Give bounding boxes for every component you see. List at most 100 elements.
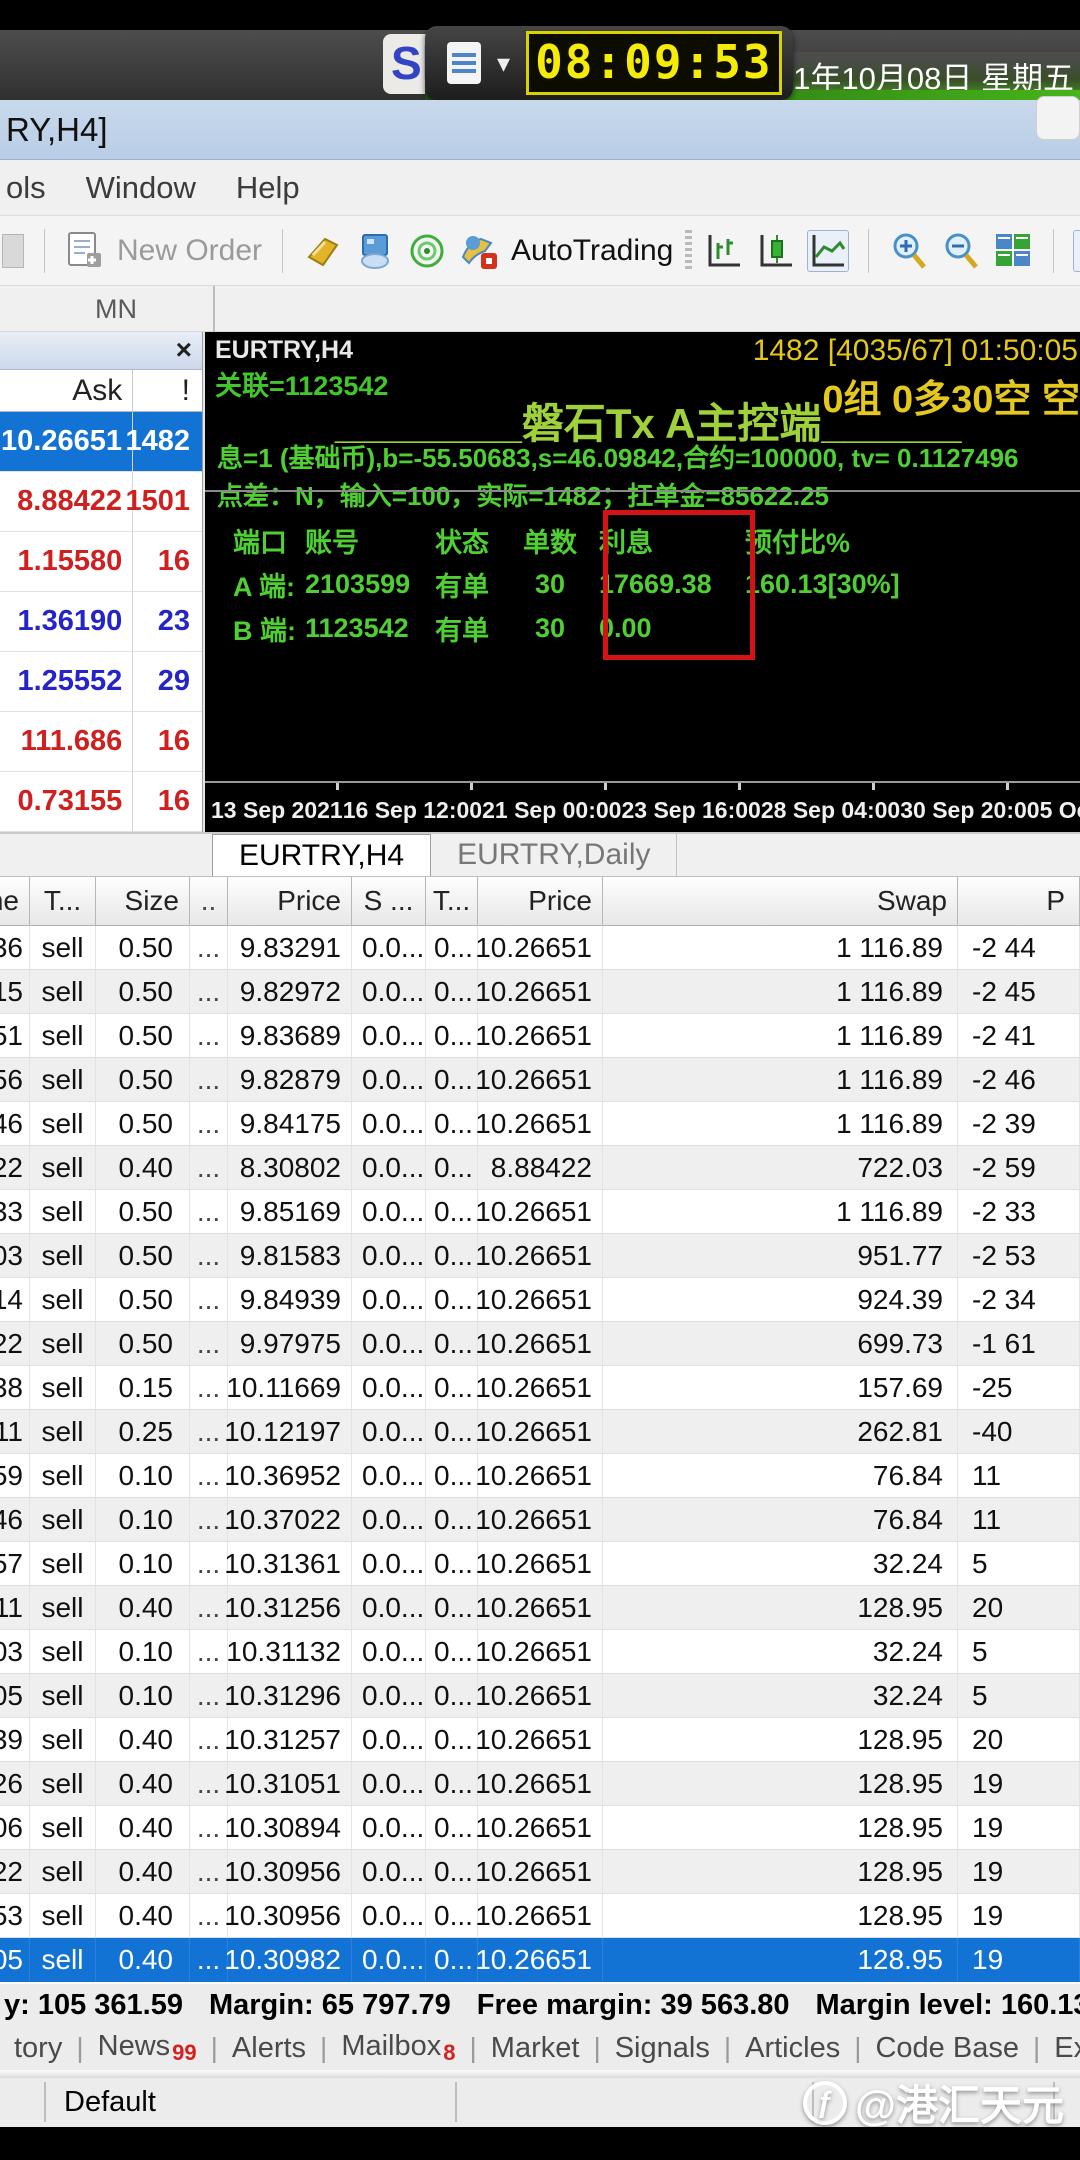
chart-symbol-label: EURTRY,H4 <box>215 336 353 364</box>
new-order-label[interactable]: New Order <box>117 234 262 268</box>
clock-widget[interactable]: ▾ 08:09:53 <box>425 26 793 100</box>
trade-row[interactable]: 53sell0.40...10.309560.0...0...10.266511… <box>0 1894 1080 1938</box>
market-watch-row[interactable]: 1.25552 29 <box>0 652 202 712</box>
column-header-time[interactable]: ne <box>0 877 30 925</box>
profile-label[interactable]: Default <box>64 2086 156 2119</box>
tab-history[interactable]: tory <box>0 2032 76 2065</box>
tab-code-base[interactable]: Code Base <box>861 2032 1033 2065</box>
column-header-excl[interactable]: ! <box>132 370 202 411</box>
market-watch-row[interactable]: 111.686 16 <box>0 712 202 772</box>
column-header-profit[interactable]: P <box>958 877 1080 925</box>
market-watch-row[interactable]: 1.15580 16 <box>0 532 202 592</box>
column-header-sl[interactable]: S ... <box>352 877 426 925</box>
time-axis-labels: 13 Sep 2021 16 Sep 12:00 21 Sep 00:00 23… <box>211 797 1080 824</box>
window-control-stub[interactable] <box>1036 96 1080 140</box>
trade-cell: sell <box>30 1058 96 1101</box>
market-watch-row[interactable]: 8.88422 1501 <box>0 472 202 532</box>
toolbar-separator <box>1053 228 1055 273</box>
tab-signals[interactable]: Signals <box>601 2032 724 2065</box>
trade-row[interactable]: 05sell0.40...10.309820.0...0...10.266511… <box>0 1938 1080 1982</box>
trade-cell: ... <box>190 1542 228 1585</box>
column-header-symbol[interactable]: .. <box>190 877 228 925</box>
window-title: RY,H4] <box>6 110 108 148</box>
menu-item-window[interactable]: Window <box>86 170 196 206</box>
trade-cell: 0.0... <box>352 1630 426 1673</box>
period-bar-divider <box>213 286 215 332</box>
trade-row[interactable]: 11sell0.25...10.121970.0...0...10.266512… <box>0 1410 1080 1454</box>
tab-divider: | <box>320 2032 328 2063</box>
toolbar-drag-handle[interactable] <box>685 229 693 272</box>
signal-icon[interactable] <box>407 231 447 271</box>
new-order-icon[interactable] <box>65 231 105 271</box>
column-header-open-price[interactable]: Price <box>228 877 352 925</box>
line-chart-icon[interactable] <box>807 229 850 272</box>
trade-row[interactable]: 22sell0.40...10.309560.0...0...10.266511… <box>0 1850 1080 1894</box>
column-header-ask[interactable]: Ask <box>0 374 132 408</box>
column-header-price[interactable]: Price <box>478 877 603 925</box>
trade-row[interactable]: 38sell0.15...10.116690.0...0...10.266511… <box>0 1366 1080 1410</box>
column-header-type[interactable]: T... <box>30 877 96 925</box>
trade-row[interactable]: 05sell0.10...10.312960.0...0...10.266513… <box>0 1674 1080 1718</box>
tile-windows-icon[interactable] <box>993 231 1033 271</box>
time-tick: 16 Sep 12:00 <box>342 797 483 823</box>
trade-row[interactable]: 46sell0.50...9.841750.0...0...10.266511 … <box>0 1102 1080 1146</box>
trade-row[interactable]: 22sell0.50...9.979750.0...0...10.2665169… <box>0 1322 1080 1366</box>
trade-cell: 0... <box>426 1058 478 1101</box>
tab-articles[interactable]: Articles <box>731 2032 854 2065</box>
trade-row[interactable]: 56sell0.50...9.828790.0...0...10.266511 … <box>0 1058 1080 1102</box>
autotrading-label[interactable]: AutoTrading <box>511 234 673 268</box>
autotrading-icon[interactable] <box>459 231 499 271</box>
trade-cell: 262.81 <box>603 1410 958 1453</box>
candlestick-icon[interactable] <box>756 231 796 271</box>
market-watch-row[interactable]: 10.26651 1482 <box>0 412 202 472</box>
trade-row[interactable]: 36sell0.50...9.832910.0...0...10.266511 … <box>0 926 1080 970</box>
trade-row[interactable]: 06sell0.40...10.308940.0...0...10.266511… <box>0 1806 1080 1850</box>
tab-alerts[interactable]: Alerts <box>218 2032 320 2065</box>
chart-area[interactable]: EURTRY,H4 关联=1123542 1482 [4035/67] 01:5… <box>203 332 1080 832</box>
trade-cell: 9.82879 <box>228 1058 352 1101</box>
trade-row[interactable]: 14sell0.50...9.849390.0...0...10.2665192… <box>0 1278 1080 1322</box>
tab-mailbox[interactable]: Mailbox 8 <box>327 2030 469 2066</box>
market-watch-row[interactable]: 0.73155 16 <box>0 772 202 832</box>
clock-notes-icon[interactable] <box>447 42 481 84</box>
trade-row[interactable]: 22sell0.40...8.308020.0...0...8.88422722… <box>0 1146 1080 1190</box>
zoom-out-icon[interactable] <box>941 231 981 271</box>
chevron-down-icon[interactable]: ▾ <box>497 48 510 79</box>
trade-row[interactable]: 33sell0.50...9.851690.0...0...10.266511 … <box>0 1190 1080 1234</box>
tab-experts[interactable]: Ex <box>1040 2032 1080 2065</box>
window-titlebar[interactable]: RY,H4] <box>0 96 1080 160</box>
bar-chart-icon[interactable] <box>704 231 744 271</box>
trade-row[interactable]: 59sell0.10...10.369520.0...0...10.266517… <box>0 1454 1080 1498</box>
tab-news[interactable]: News 99 <box>84 2030 211 2066</box>
trade-cell: 0.50 <box>96 1322 190 1365</box>
tag-icon[interactable] <box>303 231 343 271</box>
trade-row[interactable]: 03sell0.50...9.815830.0...0...10.2665195… <box>0 1234 1080 1278</box>
chart-tab-eurtry-daily[interactable]: EURTRY,Daily <box>431 834 678 876</box>
trade-cell: 0.0... <box>352 1542 426 1585</box>
period-mn-button[interactable]: MN <box>78 290 154 328</box>
chart-tab-eurtry-h4[interactable]: EURTRY,H4 <box>212 834 432 876</box>
column-header-tp[interactable]: T... <box>426 877 478 925</box>
menu-item-tools[interactable]: ols <box>6 170 46 206</box>
tab-market[interactable]: Market <box>477 2032 594 2065</box>
trade-row[interactable]: 57sell0.10...10.313610.0...0...10.266513… <box>0 1542 1080 1586</box>
trade-row[interactable]: 51sell0.50...9.836890.0...0...10.266511 … <box>0 1014 1080 1058</box>
trade-row[interactable]: 46sell0.10...10.370220.0...0...10.266517… <box>0 1498 1080 1542</box>
trade-cell: 10.26651 <box>475 1410 603 1453</box>
trade-cell: 10.30894 <box>224 1806 352 1849</box>
column-header-size[interactable]: Size <box>96 877 190 925</box>
menu-item-help[interactable]: Help <box>236 170 300 206</box>
trade-row[interactable]: 03sell0.10...10.311320.0...0...10.266513… <box>0 1630 1080 1674</box>
trade-row[interactable]: 39sell0.40...10.312570.0...0...10.266511… <box>0 1718 1080 1762</box>
trade-cell: 0.10 <box>96 1454 190 1497</box>
toolbar-cut-icon[interactable] <box>2 233 24 268</box>
market-watch-row[interactable]: 1.36190 23 <box>0 592 202 652</box>
trade-row[interactable]: 11sell0.40...10.312560.0...0...10.266511… <box>0 1586 1080 1630</box>
chart-shift-icon[interactable] <box>1073 229 1080 272</box>
trade-row[interactable]: 26sell0.40...10.310510.0...0...10.266511… <box>0 1762 1080 1806</box>
close-icon[interactable]: × <box>176 334 192 366</box>
zoom-in-icon[interactable] <box>889 231 929 271</box>
trade-row[interactable]: 15sell0.50...9.829720.0...0...10.266511 … <box>0 970 1080 1014</box>
column-header-swap[interactable]: Swap <box>603 877 958 925</box>
publish-icon[interactable] <box>355 231 395 271</box>
